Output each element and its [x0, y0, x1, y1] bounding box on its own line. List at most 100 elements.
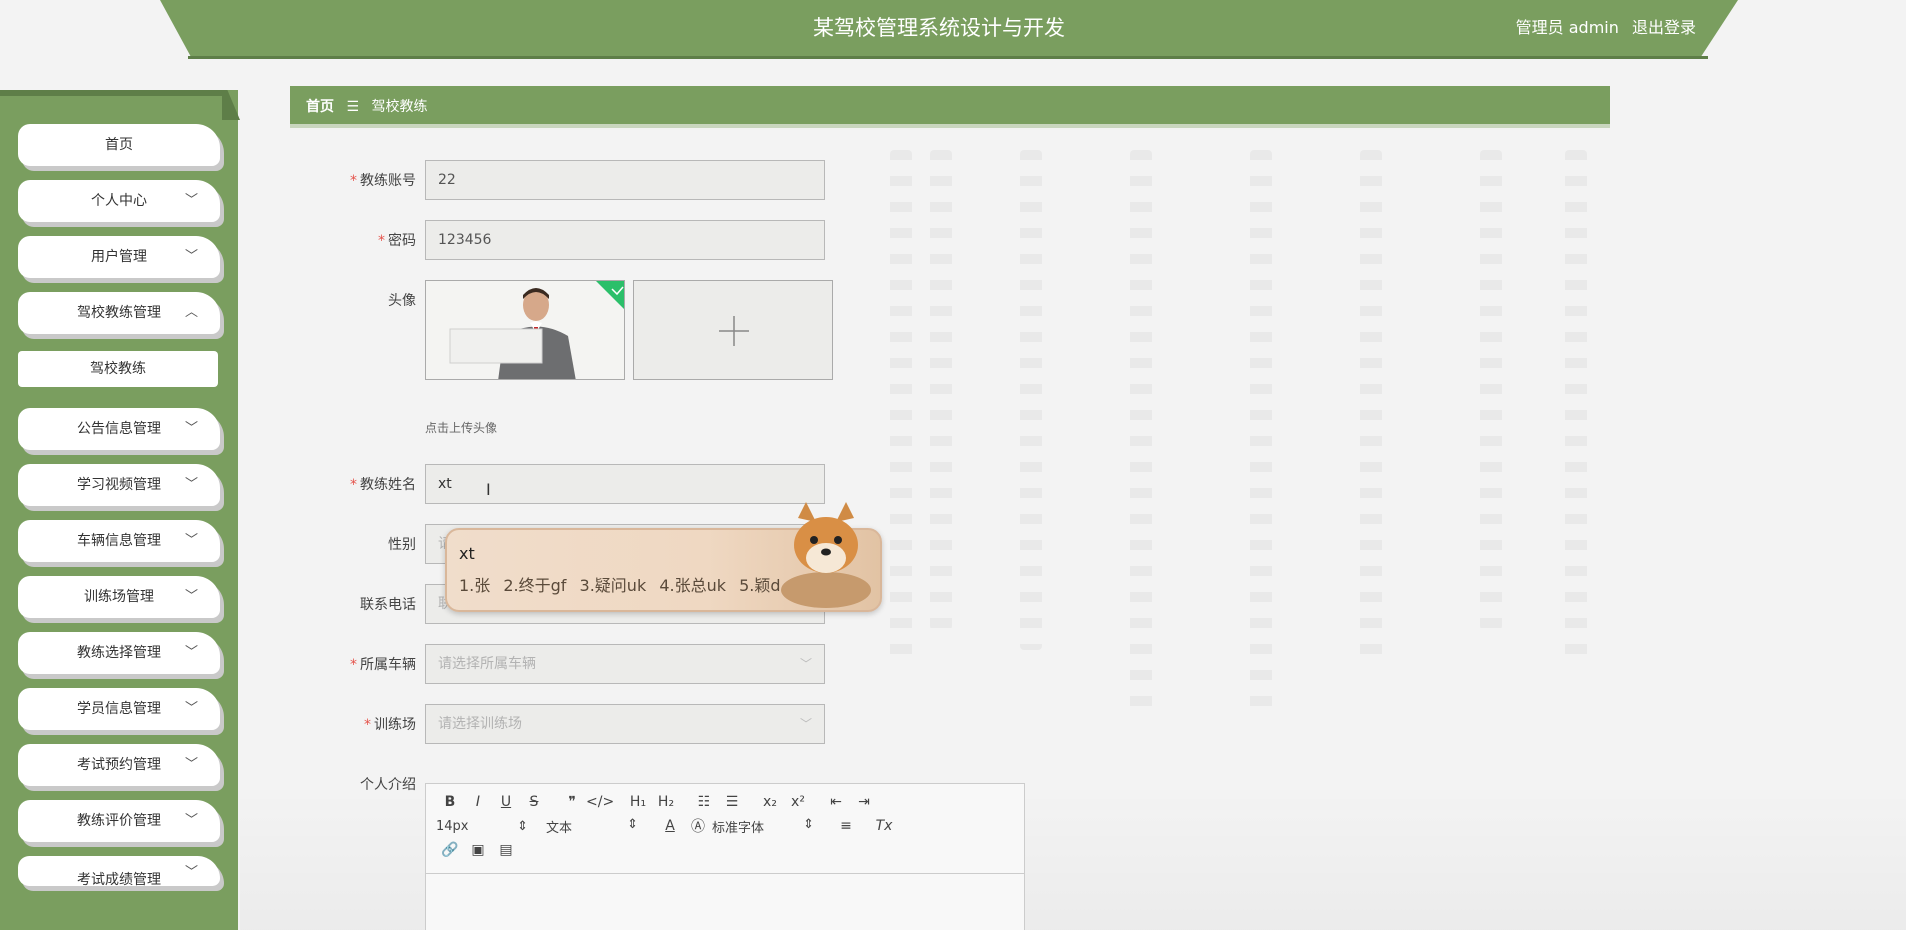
chevron-down-icon: ﹀ — [184, 701, 198, 716]
password-input[interactable]: 123456 — [425, 220, 825, 260]
sidebar-item-label: 学员信息管理 — [77, 701, 161, 717]
align-icon[interactable]: ≡ — [832, 818, 860, 834]
account-input[interactable]: 22 — [425, 160, 825, 200]
chevron-down-icon: ﹀ — [799, 717, 812, 731]
sidebar-item-coach-management[interactable]: 驾校教练管理 ︿ — [18, 292, 220, 334]
clear-format-icon[interactable]: Tx — [870, 818, 898, 834]
sidebar-subitem-coach[interactable]: 驾校教练 — [18, 351, 218, 387]
underline-icon[interactable]: U — [492, 794, 520, 810]
outdent-icon[interactable]: ⇤ — [822, 794, 850, 810]
name-input[interactable]: xt — [425, 464, 825, 504]
sidebar-item-vehicle-management[interactable]: 车辆信息管理 ﹀ — [18, 520, 220, 562]
ordered-list-icon[interactable]: ☷ — [690, 794, 718, 810]
coach-photo-image — [426, 281, 624, 379]
chevron-down-icon: ﹀ — [184, 533, 198, 548]
blockquote-icon[interactable]: ❞ — [558, 794, 586, 810]
italic-icon[interactable]: I — [464, 794, 492, 810]
ime-composition-text: xt — [459, 544, 475, 563]
ime-candidate[interactable]: 3.疑问uk — [580, 576, 647, 595]
gender-label: 性别 — [388, 537, 416, 553]
text-cursor-icon: I — [486, 480, 491, 499]
image-icon[interactable]: ▣ — [464, 842, 492, 858]
chevron-down-icon: ﹀ — [184, 477, 198, 492]
bold-icon[interactable]: B — [436, 794, 464, 810]
vehicle-label: * 所属车辆 — [350, 657, 416, 673]
sidebar-item-label: 训练场管理 — [84, 589, 154, 605]
breadcrumb-home[interactable]: 首页 — [306, 99, 334, 115]
sidebar-item-label: 教练评价管理 — [77, 813, 161, 829]
subscript-icon[interactable]: x₂ — [756, 794, 784, 810]
ime-candidate[interactable]: 5.颖d — [739, 576, 780, 595]
sidebar-item-exam-booking[interactable]: 考试预约管理 ﹀ — [18, 744, 220, 786]
bullet-list-icon[interactable]: ☰ — [718, 794, 746, 810]
sidebar-item-label: 首页 — [105, 137, 133, 153]
header-user-area: 管理员 admin 退出登录 — [1508, 0, 1696, 58]
ime-candidate-list: 1.张 2.终于gf 3.疑问uk 4.张总uk 5.颖d — [459, 572, 789, 596]
heading1-icon[interactable]: H₁ — [624, 794, 652, 810]
avatar-upload-button[interactable] — [633, 280, 833, 380]
sidebar-item-home[interactable]: 首页 — [18, 124, 220, 166]
indent-icon[interactable]: ⇥ — [850, 794, 878, 810]
code-icon[interactable]: </> — [586, 794, 614, 810]
avatar-preview[interactable] — [425, 280, 625, 380]
ime-candidate[interactable]: 2.终于gf — [503, 576, 566, 595]
chevron-up-icon: ︿ — [184, 305, 198, 320]
link-icon[interactable]: 🔗 — [436, 842, 464, 858]
editor-toolbar: B I U S ❞ </> H₁ H₂ ☷ ☰ x₂ x² ⇤ ⇥ 14px ⇕ … — [426, 784, 1024, 874]
chevron-down-icon: ﹀ — [184, 757, 198, 772]
video-icon[interactable]: ▤ — [492, 842, 520, 858]
field-select-placeholder: 请选择训练场 — [438, 716, 522, 732]
plus-icon — [719, 316, 749, 346]
chevron-down-icon: ﹀ — [799, 657, 812, 671]
background-color-icon[interactable]: Ⓐ — [684, 816, 712, 836]
sidebar-item-label: 考试预约管理 — [77, 757, 161, 773]
logout-link[interactable]: 退出登录 — [1632, 18, 1696, 37]
sidebar-item-personal-center[interactable]: 个人中心 ﹀ — [18, 180, 220, 222]
avatar-label: 头像 — [388, 293, 416, 309]
chevron-down-icon: ﹀ — [184, 421, 198, 436]
password-label: * 密码 — [378, 233, 416, 249]
ime-candidate[interactable]: 4.张总uk — [659, 576, 726, 595]
sidebar-item-label: 用户管理 — [91, 249, 147, 265]
chevron-down-icon: ﹀ — [184, 193, 198, 208]
vehicle-select-placeholder: 请选择所属车辆 — [438, 656, 536, 672]
sidebar-item-exam-scores[interactable]: 考试成绩管理 ﹀ — [18, 856, 220, 886]
font-family-select[interactable]: 标准字体 ⇕ — [712, 817, 832, 836]
breadcrumb-current: 驾校教练 — [371, 99, 428, 115]
sidebar-item-label: 个人中心 — [91, 193, 147, 209]
sidebar-item-label: 驾校教练管理 — [77, 305, 161, 321]
sidebar-item-label: 公告信息管理 — [77, 421, 161, 437]
superscript-icon[interactable]: x² — [784, 794, 812, 810]
chevron-down-icon: ﹀ — [184, 645, 198, 660]
ime-candidate[interactable]: 1.张 — [459, 576, 490, 595]
sidebar-item-student-management[interactable]: 学员信息管理 ﹀ — [18, 688, 220, 730]
breadcrumb-separator-icon: ☰ — [346, 99, 360, 115]
font-size-select[interactable]: 14px ⇕ — [436, 819, 546, 834]
sidebar-item-label: 考试成绩管理 — [77, 872, 161, 886]
sidebar-item-user-management[interactable]: 用户管理 ﹀ — [18, 236, 220, 278]
breadcrumb-bar: 首页 ☰ 驾校教练 — [290, 86, 1610, 128]
intro-label: 个人介绍 — [360, 777, 416, 793]
sidebar-item-coach-selection[interactable]: 教练选择管理 ﹀ — [18, 632, 220, 674]
sidebar-item-video-management[interactable]: 学习视频管理 ﹀ — [18, 464, 220, 506]
sidebar-item-notice-management[interactable]: 公告信息管理 ﹀ — [18, 408, 220, 450]
chevron-down-icon: ﹀ — [184, 865, 198, 880]
strikethrough-icon[interactable]: S — [520, 794, 548, 810]
vehicle-select[interactable]: 请选择所属车辆 ﹀ — [425, 644, 825, 684]
sidebar-item-label: 教练选择管理 — [77, 645, 161, 661]
heading2-icon[interactable]: H₂ — [652, 794, 680, 810]
rich-text-editor[interactable]: B I U S ❞ </> H₁ H₂ ☷ ☰ x₂ x² ⇤ ⇥ 14px ⇕ … — [425, 783, 1025, 930]
chevron-down-icon: ﹀ — [184, 813, 198, 828]
sidebar-item-label: 学习视频管理 — [77, 477, 161, 493]
sidebar-item-coach-evaluation[interactable]: 教练评价管理 ﹀ — [18, 800, 220, 842]
name-label: * 教练姓名 — [350, 477, 416, 493]
font-color-icon[interactable]: A — [656, 818, 684, 834]
avatar-upload-hint[interactable]: 点击上传头像 — [425, 419, 497, 436]
field-select[interactable]: 请选择训练场 ﹀ — [425, 704, 825, 744]
sidebar-top-strip — [0, 90, 222, 96]
field-label: * 训练场 — [364, 717, 416, 733]
sidebar-item-field-management[interactable]: 训练场管理 ﹀ — [18, 576, 220, 618]
block-format-select[interactable]: 文本 ⇕ — [546, 817, 656, 836]
account-label: * 教练账号 — [350, 173, 416, 189]
ime-candidate-window: xt 1.张 2.终于gf 3.疑问uk 4.张总uk 5.颖d — [445, 502, 882, 612]
